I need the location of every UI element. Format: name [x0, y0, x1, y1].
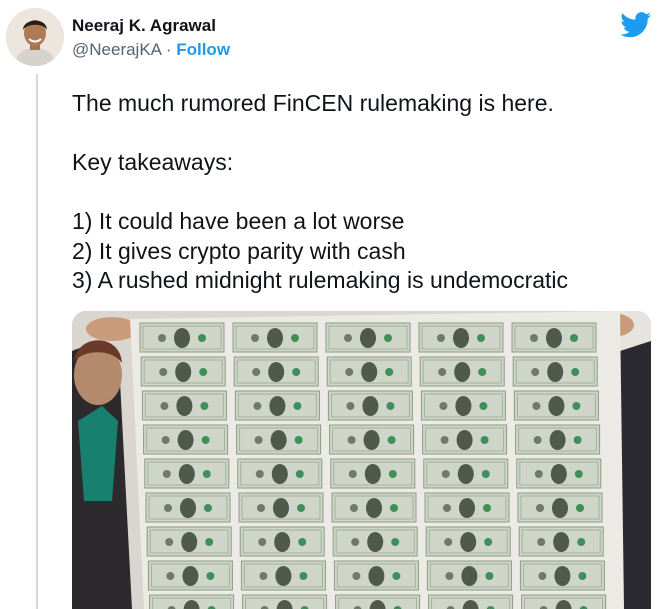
dollar-bill: [242, 594, 328, 609]
separator-dot: ·: [165, 40, 172, 59]
dollar-bill: [325, 322, 411, 353]
dollar-bill: [516, 458, 602, 489]
tweet-body: The much rumored FinCEN rulemaking is he…: [72, 89, 652, 296]
dollar-bill: [521, 594, 607, 609]
dollar-bill: [515, 424, 601, 455]
dollar-bill: [238, 492, 324, 523]
dollar-bill: [329, 424, 415, 455]
dollar-bill: [327, 390, 413, 421]
dollar-bill: [333, 560, 419, 591]
dollar-bill: [232, 322, 318, 353]
dollar-bill: [141, 390, 227, 421]
tweet-line-2: Key takeaways:: [72, 149, 234, 175]
dollar-bill: [423, 458, 509, 489]
dollar-bill: [512, 356, 598, 387]
dollar-bill: [420, 390, 506, 421]
author-name[interactable]: Neeraj K. Agrawal: [72, 15, 230, 37]
dollar-bill: [149, 594, 235, 609]
tweet-line-4: 2) It gives crypto parity with cash: [72, 237, 406, 264]
follow-button[interactable]: Follow: [176, 40, 230, 59]
dollar-bill: [335, 594, 421, 609]
dollar-bill: [239, 526, 325, 557]
dollar-bill: [326, 356, 412, 387]
dollar-bill: [143, 424, 229, 455]
dollar-bill: [426, 560, 512, 591]
dollar-bill: [424, 492, 510, 523]
dollar-bill: [144, 458, 230, 489]
dollar-bill: [332, 526, 418, 557]
twitter-bird-icon[interactable]: [620, 12, 652, 38]
avatar[interactable]: [6, 8, 64, 66]
dollar-bill: [140, 356, 226, 387]
dollar-bill: [233, 356, 319, 387]
handle-row: @NeerajKA · Follow: [72, 39, 230, 61]
tweet-header: Neeraj K. Agrawal @NeerajKA · Follow: [72, 15, 230, 61]
tweet-line-5: 3) A rushed midnight rulemaking is undem…: [72, 267, 569, 293]
dollar-bill: [237, 458, 323, 489]
dollar-bill: [519, 560, 605, 591]
dollar-bill: [139, 322, 225, 353]
dollar-bill: [422, 424, 508, 455]
dollar-bill: [147, 560, 233, 591]
tweet-line-3: 1) It could have been a lot worse: [72, 208, 405, 234]
dollar-bill: [513, 390, 599, 421]
dollar-bill: [240, 560, 326, 591]
dollar-bill: [511, 322, 597, 353]
dollar-bill: [145, 492, 231, 523]
tweet-media-photo[interactable]: [72, 311, 651, 609]
author-handle[interactable]: @NeerajKA: [72, 40, 161, 59]
dollar-bill: [330, 458, 416, 489]
currency-sheet-photo: [72, 311, 651, 609]
dollar-bill: [425, 526, 511, 557]
tweet-line-1: The much rumored FinCEN rulemaking is he…: [72, 90, 554, 116]
dollar-bill: [418, 322, 504, 353]
thread-line: [36, 74, 38, 609]
dollar-bill: [146, 526, 232, 557]
dollar-bill: [517, 492, 603, 523]
avatar-image: [6, 8, 64, 66]
dollar-bill: [234, 390, 320, 421]
dollar-bill: [331, 492, 417, 523]
dollar-bill: [428, 594, 514, 609]
dollar-bill: [236, 424, 322, 455]
dollar-bill: [518, 526, 604, 557]
dollar-bill: [419, 356, 505, 387]
